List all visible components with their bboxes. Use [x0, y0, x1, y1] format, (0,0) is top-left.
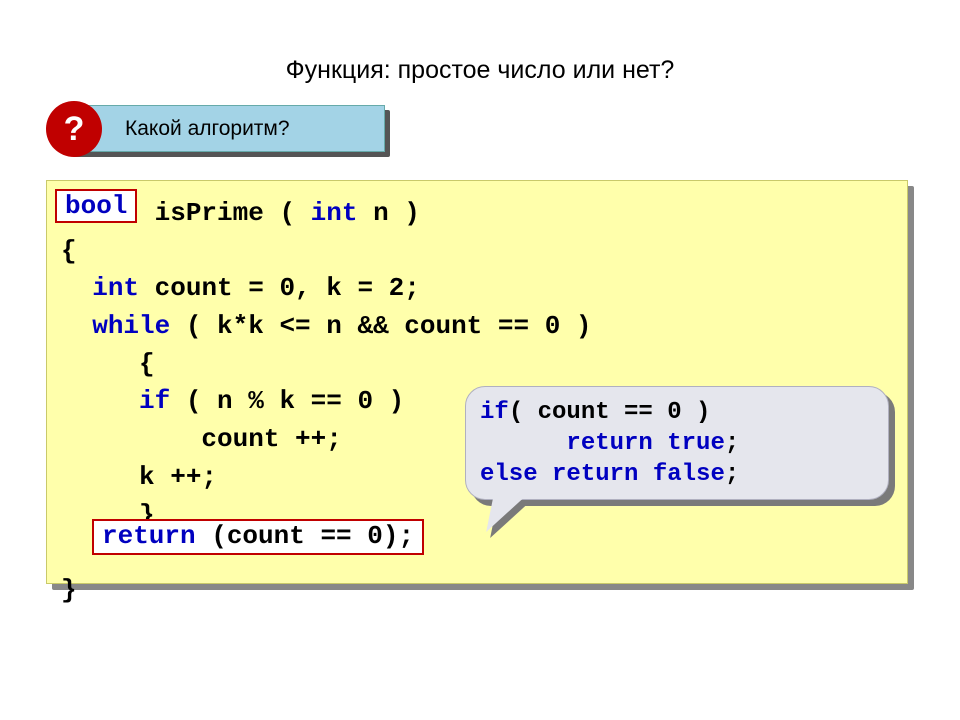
code-span: ; — [725, 461, 739, 488]
code-span — [480, 430, 566, 457]
code-span — [61, 537, 77, 567]
code-kw-return: return — [552, 461, 638, 488]
code-kw-else: else — [480, 461, 538, 488]
code-span: isPrime ( — [139, 198, 311, 228]
return-statement-box: return (count == 0); — [92, 519, 424, 555]
code-span — [61, 311, 92, 341]
code-kw-return: return — [566, 430, 652, 457]
code-span: { — [61, 236, 77, 266]
code-kw-int: int — [311, 198, 358, 228]
code-kw-return: return — [102, 521, 196, 551]
code-span — [61, 273, 92, 303]
code-span — [61, 386, 139, 416]
code-span: (count == 0); — [196, 521, 414, 551]
callout-main: if( count == 0 ) return true; else retur… — [465, 386, 889, 500]
question-text: Какой алгоритм? — [125, 117, 290, 141]
code-kw-if: if — [480, 399, 509, 426]
code-span: } — [61, 575, 77, 605]
code-box: isPrime ( int n ) { int count = 0, k = 2… — [46, 180, 914, 590]
code-box-main: isPrime ( int n ) { int count = 0, k = 2… — [46, 180, 908, 584]
question-mark-circle: ? — [46, 101, 102, 157]
code-span: n ) — [357, 198, 419, 228]
code-span: count = 0, k = 2; — [139, 273, 420, 303]
code-span: k ++; — [61, 462, 217, 492]
code-span: ; — [725, 430, 739, 457]
slide-title: Функция: простое число или нет? — [0, 56, 960, 85]
code-kw-true: true — [667, 430, 725, 457]
code-span: ( count == 0 ) — [509, 399, 711, 426]
code-span: { — [61, 349, 155, 379]
code-kw-if: if — [139, 386, 170, 416]
code-span: ( k*k <= n && count == 0 ) — [170, 311, 591, 341]
code-kw-while: while — [92, 311, 170, 341]
bool-type-badge: bool — [55, 189, 137, 223]
callout-bubble: if( count == 0 ) return true; else retur… — [465, 386, 895, 506]
question-bar-main: Какой алгоритм? — [68, 105, 385, 152]
code-span: ( n % k == 0 ) — [170, 386, 404, 416]
code-kw-int: int — [92, 273, 139, 303]
code-span: count ++; — [61, 424, 342, 454]
code-kw-false: false — [653, 461, 725, 488]
question-bar: Какой алгоритм? ? — [68, 105, 392, 157]
